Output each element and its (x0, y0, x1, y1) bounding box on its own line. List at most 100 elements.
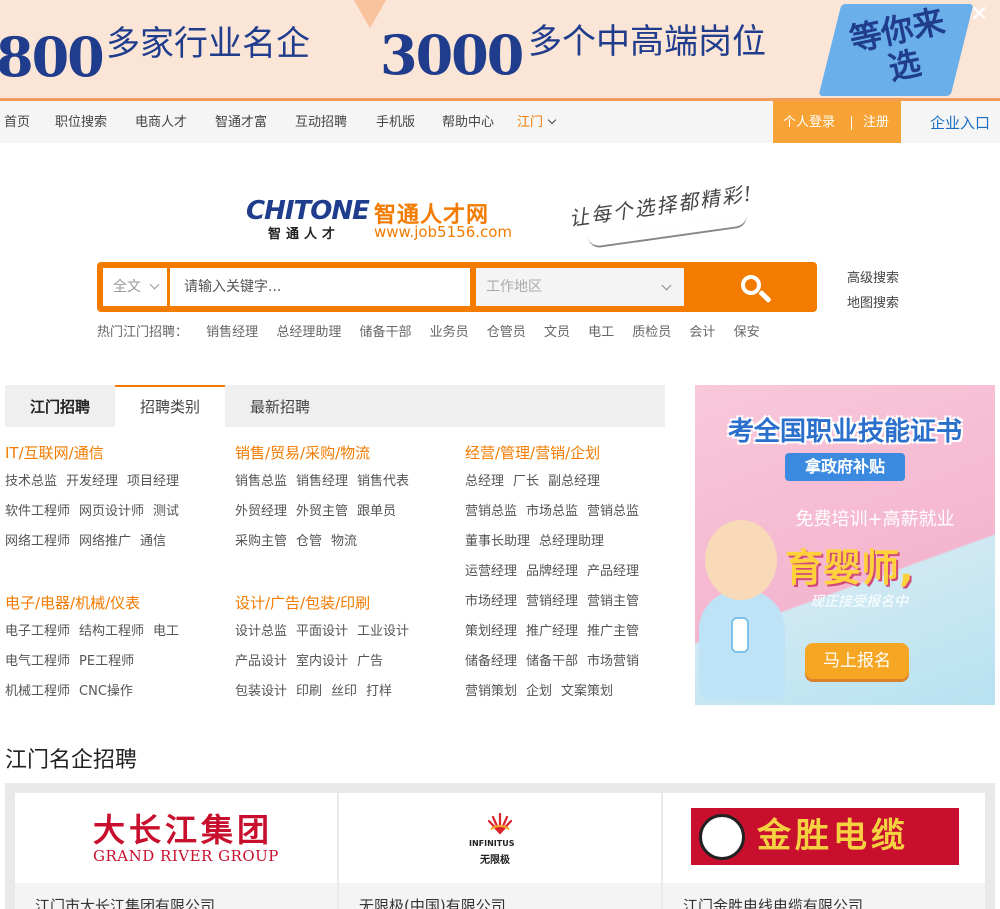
company-card[interactable]: 大长江集团 GRAND RIVER GROUP 江门市大长江集团有限公司 (15, 793, 337, 909)
job-link[interactable]: 文案策划 (561, 684, 613, 699)
category-heading[interactable]: 设计/广告/包装/印刷 (235, 593, 465, 613)
job-link[interactable]: 运营经理 (465, 564, 517, 579)
job-link[interactable]: 营销策划 (465, 684, 517, 699)
job-link[interactable]: 策划经理 (465, 624, 517, 639)
search-button[interactable] (687, 262, 817, 312)
job-link[interactable]: 通信 (140, 534, 166, 549)
job-link[interactable]: 开发经理 (66, 474, 118, 489)
category-heading[interactable]: 经营/管理/营销/企划 (465, 443, 695, 463)
job-link[interactable]: 网页设计师 (79, 504, 144, 519)
hot-keyword[interactable]: 销售经理 (206, 325, 258, 340)
category-heading[interactable]: 电子/电器/机械/仪表 (5, 593, 235, 613)
job-link[interactable]: 电气工程师 (5, 654, 70, 669)
search-type-select[interactable]: 全文 (103, 268, 167, 306)
job-link[interactable]: 总经理助理 (539, 534, 604, 549)
job-link[interactable]: 软件工程师 (5, 504, 70, 519)
close-icon[interactable]: ✕ (970, 4, 988, 26)
job-link[interactable]: 工业设计 (357, 624, 409, 639)
tab-job-categories[interactable]: 招聘类别 (115, 385, 225, 427)
job-link[interactable]: CNC操作 (79, 684, 133, 699)
hot-keyword[interactable]: 仓管员 (487, 325, 526, 340)
job-link[interactable]: 推广主管 (587, 624, 639, 639)
company-card[interactable]: INFINITUS 无限极 无限极(中国)有限公司 (339, 793, 661, 909)
category-heading[interactable]: 销售/贸易/采购/物流 (235, 443, 465, 463)
job-link[interactable]: 品牌经理 (526, 564, 578, 579)
tab-latest-jobs[interactable]: 最新招聘 (225, 385, 335, 427)
job-link[interactable]: 网络工程师 (5, 534, 70, 549)
city-selector[interactable]: 江门 (517, 101, 557, 143)
work-area-select[interactable]: 工作地区 (476, 268, 684, 306)
job-link[interactable]: 印刷 (296, 684, 322, 699)
nav-item-help[interactable]: 帮助中心 (442, 101, 494, 143)
job-link[interactable]: 外贸经理 (235, 504, 287, 519)
job-link[interactable]: 广告 (357, 654, 383, 669)
nav-item-mobile[interactable]: 手机版 (376, 101, 415, 143)
job-link[interactable]: 机械工程师 (5, 684, 70, 699)
hot-keyword[interactable]: 质检员 (632, 325, 671, 340)
job-link[interactable]: 推广经理 (526, 624, 578, 639)
job-link[interactable]: 项目经理 (127, 474, 179, 489)
hot-keyword[interactable]: 会计 (689, 325, 715, 340)
job-link[interactable]: 丝印 (331, 684, 357, 699)
hot-keyword[interactable]: 电工 (588, 325, 614, 340)
ad-signup-button[interactable]: 马上报名 (805, 643, 909, 679)
side-ad-banner[interactable]: 考全国职业技能证书 拿政府补贴 免费培训+高薪就业 育婴师, 现正接受报名中 马… (695, 385, 995, 705)
job-link[interactable]: 结构工程师 (79, 624, 144, 639)
job-link[interactable]: 测试 (153, 504, 179, 519)
job-link[interactable]: 外贸主管 (296, 504, 348, 519)
personal-login-link[interactable]: 个人登录 (783, 101, 835, 145)
nav-item-ecommerce[interactable]: 电商人才 (135, 101, 187, 143)
job-link[interactable]: 市场总监 (526, 504, 578, 519)
job-link[interactable]: 厂长 (513, 474, 539, 489)
job-link[interactable]: 营销主管 (587, 594, 639, 609)
job-link[interactable]: 储备经理 (465, 654, 517, 669)
job-link[interactable]: 市场经理 (465, 594, 517, 609)
job-link[interactable]: 电工 (153, 624, 179, 639)
category-heading[interactable]: IT/互联网/通信 (5, 443, 235, 463)
top-banner-ad[interactable]: 800 多家行业名企 3000 多个中高端岗位 等你来选 ✕ (0, 0, 1000, 101)
job-link[interactable]: 产品经理 (587, 564, 639, 579)
job-link[interactable]: 储备干部 (526, 654, 578, 669)
job-link[interactable]: 包装设计 (235, 684, 287, 699)
job-link[interactable]: 销售代表 (357, 474, 409, 489)
nav-item-home[interactable]: 首页 (4, 101, 30, 143)
enterprise-entry-link[interactable]: 企业入口 (930, 101, 990, 145)
nav-item-caifu[interactable]: 智通才富 (215, 101, 267, 143)
job-link[interactable]: 技术总监 (5, 474, 57, 489)
hot-keyword[interactable]: 储备干部 (359, 325, 411, 340)
job-link[interactable]: 室内设计 (296, 654, 348, 669)
job-link[interactable]: 总经理 (465, 474, 504, 489)
job-link[interactable]: 物流 (331, 534, 357, 549)
hot-keyword[interactable]: 文员 (544, 325, 570, 340)
job-link[interactable]: 营销经理 (526, 594, 578, 609)
job-link[interactable]: 网络推广 (79, 534, 131, 549)
nav-item-interactive[interactable]: 互动招聘 (295, 101, 347, 143)
job-link[interactable]: 打样 (366, 684, 392, 699)
job-link[interactable]: 产品设计 (235, 654, 287, 669)
job-link[interactable]: 采购主管 (235, 534, 287, 549)
advanced-search-link[interactable]: 高级搜索 (847, 266, 899, 291)
site-logo[interactable]: CHITONE 智通人才 智通人才网 www.job5156.com (246, 193, 526, 245)
job-link[interactable]: 企划 (526, 684, 552, 699)
job-link[interactable]: 销售经理 (296, 474, 348, 489)
job-link[interactable]: 仓管 (296, 534, 322, 549)
tab-jiangmen-jobs[interactable]: 江门招聘 (5, 385, 115, 427)
job-link[interactable]: 营销总监 (465, 504, 517, 519)
job-link[interactable]: PE工程师 (79, 654, 134, 669)
hot-keyword[interactable]: 业务员 (430, 325, 469, 340)
job-link[interactable]: 平面设计 (296, 624, 348, 639)
nav-item-job-search[interactable]: 职位搜索 (55, 101, 107, 143)
job-link[interactable]: 设计总监 (235, 624, 287, 639)
job-link[interactable]: 电子工程师 (5, 624, 70, 639)
map-search-link[interactable]: 地图搜索 (847, 291, 899, 316)
register-link[interactable]: 注册 (863, 101, 889, 145)
job-link[interactable]: 董事长助理 (465, 534, 530, 549)
job-link[interactable]: 营销总监 (587, 504, 639, 519)
job-link[interactable]: 副总经理 (548, 474, 600, 489)
keyword-input[interactable] (170, 268, 470, 306)
hot-keyword[interactable]: 保安 (734, 325, 760, 340)
job-link[interactable]: 市场营销 (587, 654, 639, 669)
job-link[interactable]: 销售总监 (235, 474, 287, 489)
hot-keyword[interactable]: 总经理助理 (276, 325, 341, 340)
job-link[interactable]: 跟单员 (357, 504, 396, 519)
